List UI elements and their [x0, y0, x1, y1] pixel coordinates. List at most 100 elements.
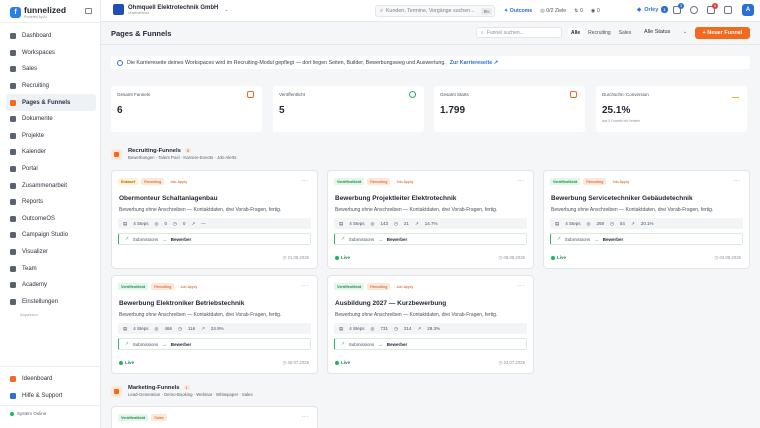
card-flow[interactable]: ↗ Submissions → Bewerber — [118, 233, 311, 245]
orley-assistant-button[interactable]: ◈ Orley 1 — [637, 6, 668, 13]
stat-label: Durchschn. Conversion — [602, 92, 649, 97]
team-icon — [10, 265, 16, 272]
sidebar-item-outcomeos[interactable]: OutcomeOS — [6, 211, 96, 228]
global-search-input[interactable]: ⌕ Kunden, Termine, Vorgänge suchen... ⌘K — [375, 5, 495, 17]
card-flow[interactable]: ↗ Submissions → Bewerber — [118, 338, 311, 350]
card-flow[interactable]: ↗ Submissions → Bewerber — [334, 338, 527, 350]
views-icon: ◎ — [154, 325, 159, 331]
submissions-icon: ◷ — [393, 220, 398, 226]
submissions-icon: ◷ — [177, 325, 182, 331]
sidebar-item-sales[interactable]: Sales — [6, 61, 96, 78]
funnel-card[interactable]: Veröffentlicht Recruiting Job-Apply ··· … — [327, 275, 534, 374]
more-icon[interactable]: ··· — [518, 283, 526, 289]
type-tag: Job-Apply — [609, 178, 633, 185]
sidebar-item-visualizer[interactable]: Visualizer — [6, 244, 96, 261]
apps-icon[interactable] — [724, 6, 732, 14]
sidebar-item-projekte[interactable]: Projekte — [6, 128, 96, 145]
funnel-search-input[interactable]: ⌕ Funnel suchen... — [476, 27, 562, 38]
sidebar-item-recruiting[interactable]: Recruiting — [6, 78, 96, 95]
career-page-link[interactable]: Zur Karriereseite ↗ — [450, 60, 498, 66]
conversion-rate: 14.7% — [424, 221, 438, 226]
funnel-card[interactable]: Veröffentlicht Sales ··· — [111, 406, 318, 428]
sidebar-item-workspaces[interactable]: Workspaces — [6, 45, 96, 62]
steps-count: 4 Steps — [133, 326, 149, 331]
card-flow[interactable]: ↗ Submissions → Bewerber — [334, 233, 527, 245]
card-title: Bewerbung Projektleiter Elektrotechnik — [335, 195, 457, 202]
company-name: Ohmquell Elektrotechnik GmbH — [128, 4, 219, 11]
tab-sales[interactable]: Sales — [616, 28, 635, 38]
card-description: Bewerbung ohne Anschreiben — Kontaktdate… — [551, 207, 714, 213]
sidebar-item-label: Portal — [22, 166, 38, 173]
sidebar-item-label: Einstellungen — [22, 298, 59, 305]
group-recruiting[interactable]: Recruiting-Funnels 5 Bewerbungen · Talent… — [111, 148, 236, 160]
count-a-button[interactable]: ⇅ 0 — [574, 8, 583, 14]
document-icon — [10, 116, 16, 123]
type-tag: Job-Apply — [393, 283, 417, 290]
sidebar-customize-link[interactable]: Anpassen — [6, 312, 96, 317]
count-b-button[interactable]: ◉ 0 — [591, 8, 600, 14]
sidebar-item-pages-funnels[interactable]: Pages & Funnels — [6, 94, 96, 111]
inbox-icon[interactable]: 3 — [673, 3, 684, 14]
moon-icon[interactable] — [690, 6, 698, 14]
avatar[interactable]: A — [742, 4, 754, 16]
filter-tabs: Alle Recruiting Sales — [568, 28, 634, 38]
sidebar-collapse-icon[interactable] — [85, 8, 92, 14]
sidebar-item-dashboard[interactable]: Dashboard — [6, 28, 96, 45]
group-marketing[interactable]: Marketing-Funnels 1 Lead-Generation · Dem… — [111, 385, 253, 397]
more-icon[interactable]: ··· — [302, 414, 310, 420]
sidebar-item-academy[interactable]: Academy — [6, 277, 96, 294]
new-funnel-button[interactable]: + Neuer Funnel — [695, 27, 750, 39]
more-icon[interactable]: ··· — [302, 283, 310, 289]
company-logo — [113, 4, 124, 15]
collaboration-icon — [10, 182, 16, 189]
funnel-card[interactable]: Veröffentlicht Recruiting Job-Apply ··· … — [543, 170, 750, 269]
conversion-rate: 20.1% — [640, 221, 654, 226]
category-tag: Recruiting — [583, 178, 607, 185]
group-count: 5 — [184, 148, 192, 153]
status-badge: Veröffentlicht — [118, 414, 149, 421]
goals-button[interactable]: ◎ 0/2 Ziele — [540, 8, 566, 14]
sidebar-item-help[interactable]: Hilfe & Support — [6, 387, 96, 404]
separator — [101, 44, 760, 45]
company-switcher[interactable]: Ohmquell Elektrotechnik GmbH Unternehmen… — [113, 4, 229, 15]
outcome-button[interactable]: ✦ Outcome — [504, 8, 532, 14]
sidebar-item-portal[interactable]: Portal — [6, 161, 96, 178]
sidebar-item-campaign-studio[interactable]: Campaign Studio — [6, 227, 96, 244]
brand[interactable]: f funnelized Powered by AI — [10, 6, 66, 19]
sidebar-item-ideenboard[interactable]: Ideenboard — [6, 370, 96, 387]
card-description: Bewerbung ohne Anschreiben — Kontaktdate… — [335, 207, 498, 213]
sidebar-item-einstellungen[interactable]: Einstellungen — [6, 294, 96, 311]
sidebar-item-label: Recruiting — [22, 83, 50, 90]
inbox-badge: 3 — [678, 3, 684, 9]
live-label: Live — [341, 360, 351, 365]
card-tags: Veröffentlicht Recruiting Job-Apply — [334, 283, 417, 290]
more-icon[interactable]: ··· — [302, 178, 310, 184]
search-icon: ⌕ — [481, 29, 484, 36]
status-select[interactable]: Alle Status — [644, 29, 670, 35]
sidebar-item-kalender[interactable]: Kalender — [6, 144, 96, 161]
sidebar-item-dokumente[interactable]: Dokumente — [6, 111, 96, 128]
more-icon[interactable]: ··· — [518, 178, 526, 184]
live-label: Live — [341, 255, 351, 260]
sidebar-item-zusammenarbeit[interactable]: Zusammenarbeit — [6, 177, 96, 194]
group-count: 1 — [183, 385, 190, 390]
card-tags: Veröffentlicht Recruiting Job-Apply — [118, 283, 201, 290]
sidebar-item-team[interactable]: Team — [6, 260, 96, 277]
card-date-value: 23.07.2026 — [503, 360, 525, 365]
category-tag: Recruiting — [151, 283, 175, 290]
flow-arrow-icon: ↗ — [125, 341, 129, 346]
bell-icon[interactable]: 9 — [707, 3, 718, 14]
funnel-card[interactable]: Entwurf Recruiting Job-Apply ··· Obermon… — [111, 170, 318, 269]
card-flow[interactable]: ↗ Submissions → Bewerber — [550, 233, 743, 245]
banner-text: Die Karriereseite deines Workspaces wird… — [127, 59, 446, 66]
orley-badge: 1 — [661, 6, 668, 13]
funnel-card[interactable]: Veröffentlicht Recruiting Job-Apply ··· … — [327, 170, 534, 269]
live-indicator: Live — [119, 360, 134, 365]
chevron-down-icon: ⌄ — [683, 29, 688, 35]
tab-alle[interactable]: Alle — [568, 28, 584, 38]
funnel-card[interactable]: Veröffentlicht Recruiting Job-Apply ··· … — [111, 275, 318, 374]
sidebar-item-reports[interactable]: Reports — [6, 194, 96, 211]
tab-recruiting[interactable]: Recruiting — [585, 28, 614, 38]
divider — [0, 366, 101, 367]
more-icon[interactable]: ··· — [734, 178, 742, 184]
